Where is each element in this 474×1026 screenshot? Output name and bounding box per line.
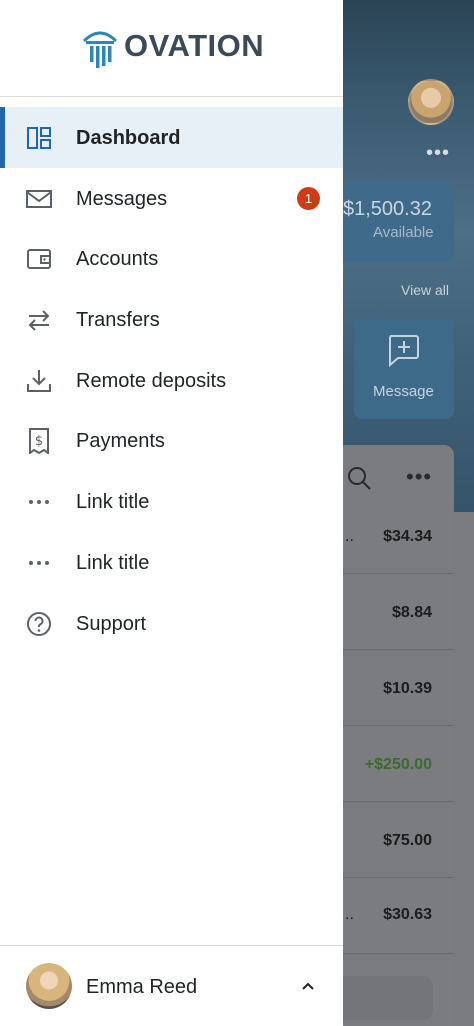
- more-options-icon[interactable]: •••: [426, 143, 450, 163]
- nav-item-label: Dashboard: [76, 127, 181, 149]
- truncation-ellipsis: ..: [345, 906, 354, 923]
- nav-item-label: Link title: [76, 491, 150, 514]
- truncation-ellipsis: ..: [345, 528, 354, 545]
- transaction-amount: $75.00: [383, 832, 432, 849]
- wallet-icon: [27, 249, 51, 270]
- transactions-more-icon[interactable]: •••: [406, 466, 432, 488]
- unread-badge: 1: [297, 187, 320, 210]
- nav-item-accounts[interactable]: Accounts: [0, 228, 343, 289]
- bottom-bar: [343, 976, 433, 1020]
- transaction-row[interactable]: $10.39: [343, 650, 454, 726]
- nav-item-label: Accounts: [76, 248, 159, 271]
- message-add-icon: [389, 335, 419, 368]
- brand-header: OVATION: [0, 0, 343, 97]
- navigation-drawer: OVATION Dashboard Messages Accounts Tran…: [0, 0, 343, 1026]
- nav-item-payments[interactable]: $ Payments: [0, 410, 343, 471]
- avatar: [26, 963, 72, 1009]
- nav-item-messages[interactable]: Messages: [0, 168, 343, 229]
- more-horizontal-icon: [29, 560, 49, 565]
- nav-item-label: Messages: [76, 187, 168, 210]
- brand-name: OVATION: [124, 28, 265, 63]
- user-name: Emma Reed: [86, 976, 198, 998]
- transaction-amount: +$250.00: [364, 756, 432, 773]
- receipt-dollar-icon: $: [29, 428, 49, 455]
- nav-item-label: Remote deposits: [76, 369, 227, 392]
- message-button-label: Message: [373, 383, 434, 400]
- transaction-row[interactable]: +$250.00: [343, 726, 454, 802]
- nav-item-label: Transfers: [76, 309, 160, 332]
- transaction-amount: $34.34: [383, 528, 432, 545]
- nav-item-dashboard[interactable]: Dashboard: [0, 107, 343, 168]
- help-circle-icon: [27, 611, 51, 636]
- column-logo-icon: [82, 31, 118, 68]
- nav-item-remote-deposits[interactable]: Remote deposits: [0, 350, 343, 411]
- view-all-link[interactable]: View all: [401, 282, 449, 298]
- nav-item-transfers[interactable]: Transfers: [0, 289, 343, 350]
- dashboard-icon: [27, 127, 51, 149]
- transaction-row[interactable]: $8.84: [343, 574, 454, 650]
- transaction-row[interactable]: $75.00: [343, 802, 454, 878]
- nav-item-support[interactable]: Support: [0, 593, 343, 654]
- nav-item-link-title-2[interactable]: Link title: [0, 532, 343, 593]
- nav-list: Dashboard Messages Accounts Transfers Re…: [0, 107, 343, 653]
- download-icon: [27, 369, 51, 392]
- transfer-arrows-icon: [28, 310, 50, 331]
- chevron-up-icon[interactable]: [298, 976, 318, 996]
- nav-item-link-title-1[interactable]: Link title: [0, 471, 343, 532]
- envelope-icon: [26, 189, 52, 208]
- transaction-amount: $30.63: [383, 906, 432, 923]
- transaction-row[interactable]: .. $30.63: [343, 878, 454, 954]
- nav-item-label: Link title: [76, 551, 150, 574]
- profile-avatar[interactable]: [408, 79, 454, 125]
- transaction-amount: $8.84: [391, 604, 432, 621]
- balance-label: Available: [373, 224, 434, 241]
- transaction-amount: $10.39: [383, 680, 432, 697]
- nav-item-label: Payments: [76, 430, 165, 453]
- transaction-row[interactable]: .. $34.34: [343, 498, 454, 574]
- user-profile-footer[interactable]: Emma Reed: [0, 945, 343, 1026]
- nav-item-label: Support: [76, 612, 147, 635]
- more-horizontal-icon: [29, 500, 49, 505]
- search-icon[interactable]: [346, 465, 372, 491]
- balance-card[interactable]: [343, 182, 454, 262]
- balance-amount: $1,500.32: [343, 198, 432, 220]
- svg-text:$: $: [35, 434, 43, 449]
